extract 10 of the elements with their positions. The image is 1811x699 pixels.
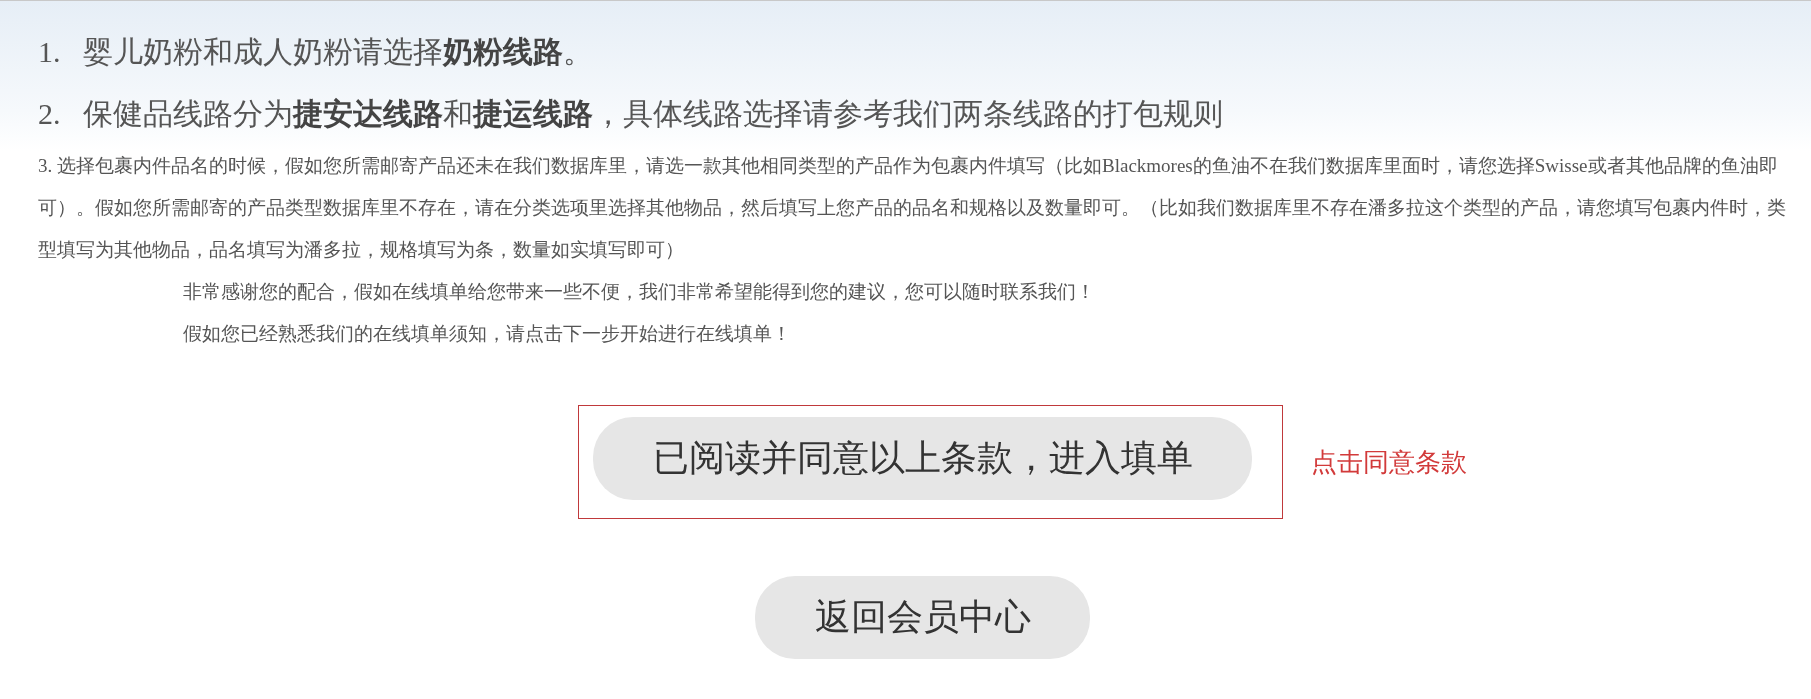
- agree-hint: 点击同意条款: [1311, 446, 1467, 479]
- note-paragraph: 3. 选择包裹内件品名的时候，假如您所需邮寄产品还未在我们数据库里，请选一款其他相同类型的产品作为包裹内件填写（比如Blackmores的鱼油不在我们数据库里面时，请您选择Swisse或者其他品牌的鱼油即可）。假如您所需邮寄的产品类型数据库里不存在，请在分类选项里选择其他物品，然后填写上您产品的品名和规格以及数量即可。（比如我们数据库里不存在潘多拉这个类型的产品，请您填写包裹内件时，类型填写为其他物品，品名填写为潘多拉，规格填写为条，数量如实填写即可）: [38, 154, 1787, 262]
- closing-text: 非常感谢您的配合，假如在线填单给您带来一些不便，我们非常希望能得到您的建议，您可以随时联系我们！: [182, 280, 1096, 304]
- rule-text: 保健品线路分为捷安达线路和捷运线路，具体线路选择请参考我们两条线路的打包规则: [82, 96, 1223, 132]
- closing-text: 假如您已经熟悉我们的在线填单须知，请点击下一步开始进行在线填单！: [182, 322, 792, 346]
- agree-button[interactable]: 已阅读并同意以上条款，进入填单: [593, 417, 1252, 500]
- rule-text: 婴儿奶粉和成人奶粉请选择奶粉线路。: [82, 34, 593, 70]
- back-button[interactable]: 返回会员中心: [755, 576, 1090, 659]
- rule-number: 2.: [38, 96, 61, 132]
- rule-number: 1.: [38, 34, 61, 70]
